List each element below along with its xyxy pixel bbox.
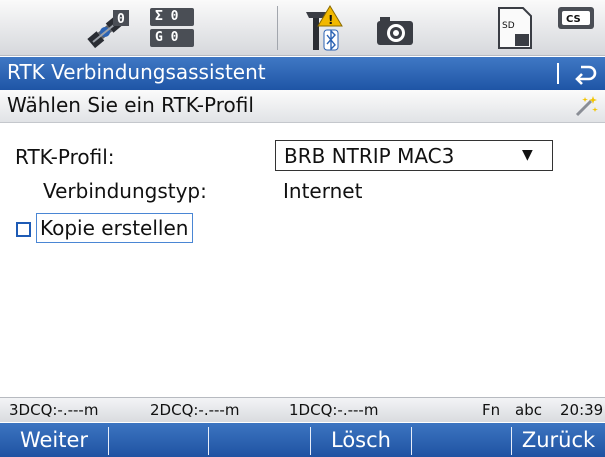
softkey-loesch[interactable]: Lösch [311,423,411,457]
svg-text:!: ! [328,13,333,27]
title-bar: RTK Verbindungsassistent [0,57,605,90]
satellite-icon[interactable]: 0 [85,6,133,52]
connection-type-value: Internet [283,179,363,203]
copy-checkbox-label[interactable]: Kopie erstellen [36,213,194,243]
sigma-count: Σ 0 [150,8,194,26]
back-icon[interactable] [573,62,597,86]
softkey-f3[interactable] [209,423,310,457]
dcq2-readout: 2DCQ:-.---m [150,401,240,419]
connection-type-label: Verbindungstyp: [43,179,207,203]
info-bar: 3DCQ:-.---m 2DCQ:-.---m 1DCQ:-.---m Fn a… [0,397,605,422]
page-subtitle: Wählen Sie ein RTK-Profil [7,93,254,117]
camera-icon[interactable] [376,15,414,47]
sd-card-icon[interactable]: SD [497,6,533,50]
status-bar: 0 Σ 0 G 0 ! SD CS [0,0,605,56]
fn-indicator: Fn [482,401,501,419]
softkey-f5[interactable] [412,423,511,457]
gnss-count: G 0 [150,29,194,47]
sd-label: SD [502,21,515,31]
softkey-weiter[interactable]: Weiter [0,423,108,457]
rtk-profile-label: RTK-Profil: [15,145,115,169]
softkey-zurueck[interactable]: Zurück [512,423,605,457]
gnss-antenna-warning-icon[interactable]: ! [300,4,350,54]
clock: 20:39 [560,401,604,419]
dcq3-readout: 3DCQ:-.---m [9,401,99,419]
dropdown-arrow-icon: ▼ [522,147,533,163]
dcq1-readout: 1DCQ:-.---m [289,401,379,419]
input-mode-indicator: abc [515,401,542,419]
wizard-wand-icon [575,96,598,117]
subtitle-bar: Wählen Sie ein RTK-Profil [0,90,605,123]
title-separator [557,63,559,84]
copy-checkbox[interactable] [16,222,31,237]
rtk-profile-dropdown[interactable]: BRB NTRIP MAC3 ▼ [275,140,553,171]
satellite-count: 0 [117,12,125,27]
softkey-bar: Weiter Lösch Zurück [0,423,605,457]
cs-label: CS [566,14,581,25]
position-counter[interactable]: Σ 0 G 0 [150,8,194,48]
status-divider [277,6,278,50]
page-title: RTK Verbindungsassistent [7,60,266,84]
rtk-profile-value: BRB NTRIP MAC3 [284,144,455,168]
softkey-f2[interactable] [109,423,208,457]
cs-controller-icon[interactable]: CS [557,6,595,30]
main-content: RTK-Profil: BRB NTRIP MAC3 ▼ Verbindungs… [0,124,605,394]
